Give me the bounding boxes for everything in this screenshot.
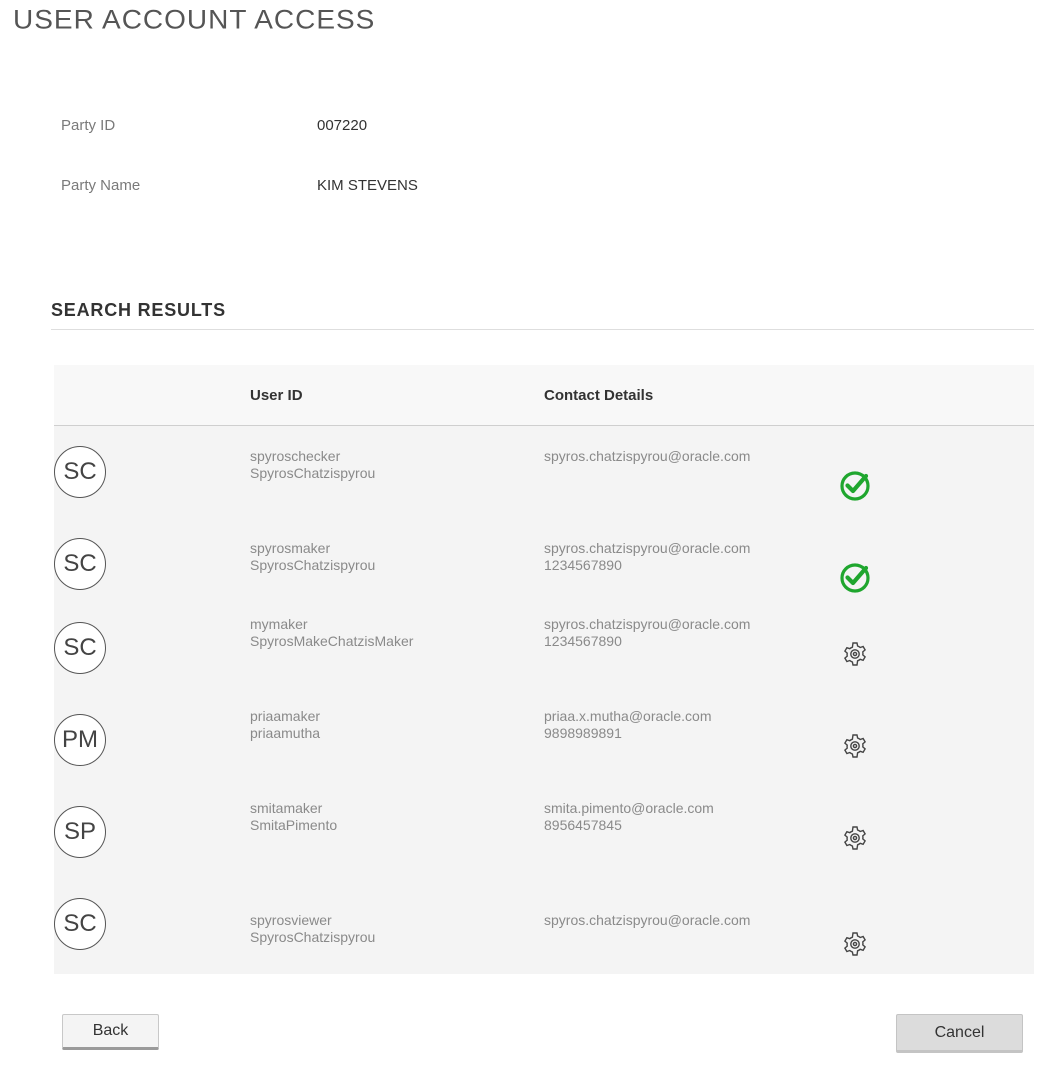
user-id-cell: mymaker SpyrosMakeChatzisMaker [250, 616, 413, 650]
user-id-cell: spyrosviewer SpyrosChatzispyrou [250, 912, 375, 946]
table-row[interactable]: PM priaamaker priaamutha priaa.x.mutha@orac… [54, 698, 1034, 790]
email-text: spyros.chatzispyrou@oracle.com [544, 616, 751, 632]
gear-icon[interactable] [839, 730, 871, 762]
avatar: SC [54, 898, 106, 950]
column-header-user-id: User ID [250, 387, 303, 404]
search-results-heading: SEARCH RESULTS [51, 300, 226, 320]
user-name-text: SpyrosChatzispyrou [250, 929, 376, 945]
phone-text: 1234567890 [544, 557, 622, 573]
back-button[interactable]: Back [62, 1014, 159, 1050]
user-name-text: priaamutha [250, 725, 321, 741]
contact-details-cell: smita.pimento@oracle.com 8956457845 [544, 800, 714, 834]
party-name-label: Party Name [61, 177, 141, 194]
avatar: SC [54, 538, 106, 590]
contact-details-cell: priaa.x.mutha@oracle.com 9898989891 [544, 708, 712, 742]
email-text: smita.pimento@oracle.com [544, 800, 714, 816]
check-circle-icon[interactable] [839, 470, 871, 502]
page-title: USER ACCOUNT ACCESS [13, 4, 376, 35]
user-id-text: spyrosviewer [250, 912, 332, 928]
user-id-cell: spyrosmaker SpyrosChatzispyrou [250, 540, 375, 574]
email-text: spyros.chatzispyrou@oracle.com [544, 448, 751, 464]
avatar: SC [54, 622, 106, 674]
column-header-contact-details: Contact Details [544, 387, 654, 404]
table-row[interactable]: SC mymaker SpyrosMakeChatzisMaker spyros.ch… [54, 606, 1034, 698]
gear-icon[interactable] [839, 928, 871, 960]
page: USER ACCOUNT ACCESS Party ID 007220 Part… [0, 0, 1056, 1070]
phone-text: 9898989891 [544, 725, 622, 741]
table-row[interactable]: SP smitamaker SmitaPimento smita.pimento@or… [54, 790, 1034, 882]
avatar: PM [54, 714, 106, 766]
user-id-text: priaamaker [250, 708, 321, 724]
user-name-text: SmitaPimento [250, 817, 338, 833]
table-row[interactable]: SC spyroschecker SpyrosChatzispyrou spyros.… [54, 426, 1034, 518]
check-circle-icon[interactable] [839, 562, 871, 594]
table-row[interactable]: SC spyrosviewer SpyrosChatzispyrou spyros.c… [54, 882, 1034, 974]
phone-text: 8956457845 [544, 817, 622, 833]
user-id-text: spyroschecker [250, 448, 341, 464]
user-name-text: SpyrosChatzispyrou [250, 557, 376, 573]
contact-details-cell: spyros.chatzispyrou@oracle.com 1234567890 [544, 616, 750, 650]
user-id-cell: smitamaker SmitaPimento [250, 800, 337, 834]
user-id-text: smitamaker [250, 800, 323, 816]
user-id-cell: spyroschecker SpyrosChatzispyrou [250, 448, 375, 482]
email-text: spyros.chatzispyrou@oracle.com [544, 912, 751, 928]
phone-text: 1234567890 [544, 633, 622, 649]
party-id-label: Party ID [61, 117, 116, 134]
contact-details-cell: spyros.chatzispyrou@oracle.com [544, 912, 750, 929]
user-name-text: SpyrosMakeChatzisMaker [250, 633, 414, 649]
user-name-text: SpyrosChatzispyrou [250, 465, 376, 481]
email-text: spyros.chatzispyrou@oracle.com [544, 540, 751, 556]
party-id-value: 007220 [317, 117, 368, 134]
user-id-cell: priaamaker priaamutha [250, 708, 320, 742]
avatar: SP [54, 806, 106, 858]
section-divider [51, 329, 1034, 330]
email-text: priaa.x.mutha@oracle.com [544, 708, 712, 724]
user-id-text: spyrosmaker [250, 540, 331, 556]
gear-icon[interactable] [839, 638, 871, 670]
avatar: SC [54, 446, 106, 498]
table-header: User ID Contact Details [54, 365, 1034, 426]
party-name-value: KIM STEVENS [317, 177, 418, 194]
table-row[interactable]: SC spyrosmaker SpyrosChatzispyrou spyros.ch… [54, 518, 1034, 610]
gear-icon[interactable] [839, 822, 871, 854]
user-id-text: mymaker [250, 616, 308, 632]
cancel-button[interactable]: Cancel [896, 1014, 1023, 1053]
search-results-table: User ID Contact Details SC spyroschecker S… [54, 365, 1034, 974]
contact-details-cell: spyros.chatzispyrou@oracle.com [544, 448, 750, 465]
contact-details-cell: spyros.chatzispyrou@oracle.com 1234567890 [544, 540, 750, 574]
